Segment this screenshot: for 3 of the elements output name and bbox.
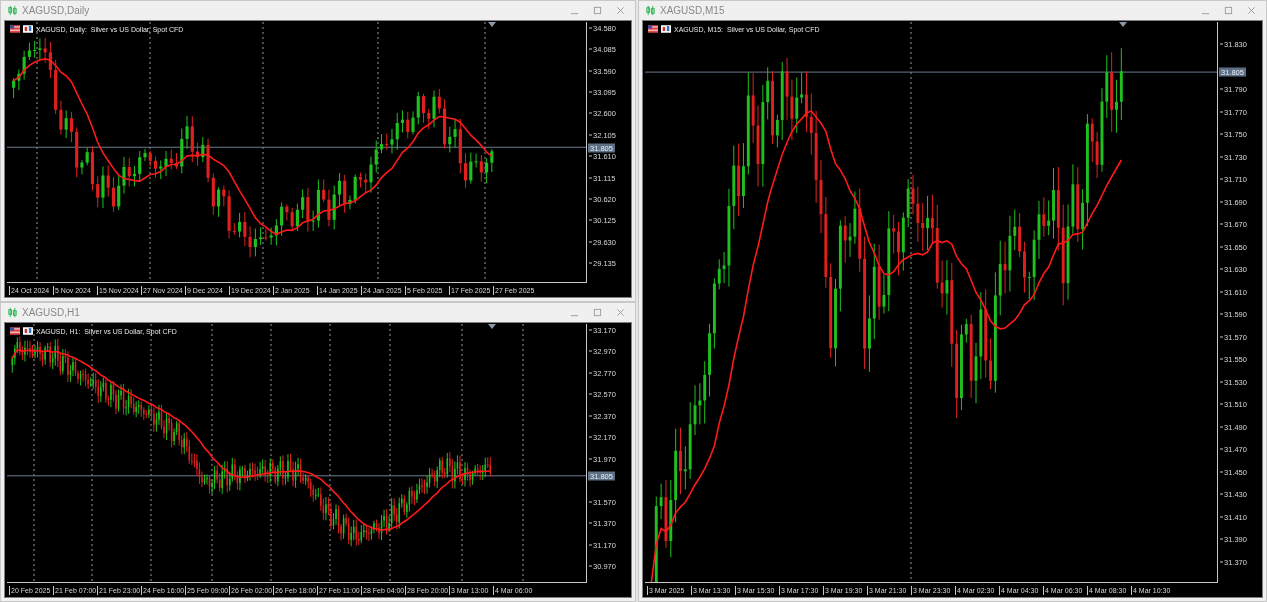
window-title: XAGUSD,M15 <box>660 5 725 16</box>
window-title: XAGUSD,H1 <box>22 307 80 318</box>
window-title: XAGUSD,Daily <box>22 5 90 16</box>
